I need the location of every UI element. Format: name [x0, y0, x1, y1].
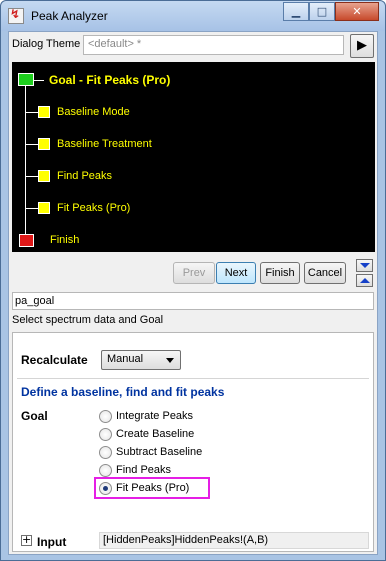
plus-icon: +	[22, 533, 32, 546]
title-bar[interactable]: ↯ Peak Analyzer ▁ □ ✕	[1, 1, 385, 31]
divider	[17, 378, 369, 379]
minimize-button[interactable]: ▁	[283, 2, 309, 21]
radio-button[interactable]	[99, 410, 112, 423]
maximize-icon: □	[316, 5, 328, 18]
close-button[interactable]: ✕	[335, 2, 379, 21]
finish-button[interactable]: Finish	[260, 262, 300, 284]
finish-node-label[interactable]: Finish	[50, 234, 79, 246]
dialog-theme-label: Dialog Theme	[12, 38, 81, 50]
step-label-baseline-mode[interactable]: Baseline Mode	[57, 106, 130, 118]
radio-button[interactable]	[99, 464, 112, 477]
tree-connector-line	[25, 80, 26, 241]
window-title: Peak Analyzer	[31, 9, 108, 23]
chevron-down-icon	[166, 358, 174, 363]
step-label-fit-peaks[interactable]: Fit Peaks (Pro)	[57, 202, 130, 214]
input-label: Input	[37, 535, 67, 549]
goal-option-label[interactable]: Create Baseline	[116, 428, 194, 440]
step-node-find-peaks[interactable]	[38, 170, 50, 182]
recalculate-value: Manual	[107, 353, 144, 365]
recalculate-select[interactable]: Manual	[101, 350, 181, 370]
step-label-baseline-treatment[interactable]: Baseline Treatment	[57, 138, 152, 150]
settings-panel: Recalculate Manual Define a baseline, fi…	[12, 332, 374, 552]
tree-branch-line	[26, 112, 38, 113]
arrow-right-icon: ▶	[357, 38, 367, 53]
node-name-field[interactable]: pa_goal	[12, 292, 374, 310]
expand-input-button[interactable]: +	[21, 533, 32, 546]
dialog-theme-field[interactable]: <default> *	[83, 35, 344, 55]
goal-option-label[interactable]: Subtract Baseline	[116, 446, 202, 458]
app-icon: ↯	[8, 7, 24, 24]
tree-branch-line	[34, 80, 44, 81]
tree-branch-line	[26, 208, 38, 209]
section-title: Define a baseline, find and fit peaks	[21, 385, 225, 399]
maximize-button[interactable]: □	[309, 2, 335, 21]
step-node-baseline-treatment[interactable]	[38, 138, 50, 150]
step-node-baseline-mode[interactable]	[38, 106, 50, 118]
triangle-down-icon	[360, 263, 370, 268]
collapse-down-button[interactable]	[356, 259, 373, 272]
step-label-find-peaks[interactable]: Find Peaks	[57, 170, 112, 182]
goal-node-label[interactable]: Goal - Fit Peaks (Pro)	[49, 73, 170, 87]
page-tree: Goal - Fit Peaks (Pro) Baseline Mode Bas…	[12, 62, 375, 252]
prev-button[interactable]: Prev	[173, 262, 215, 284]
goal-option-label[interactable]: Integrate Peaks	[116, 410, 193, 422]
peak-analyzer-window: ↯ Peak Analyzer ▁ □ ✕ Dialog Theme <defa…	[0, 0, 386, 561]
page-description: Select spectrum data and Goal	[12, 314, 164, 326]
goal-option-label[interactable]: Find Peaks	[116, 464, 171, 476]
radio-button[interactable]	[99, 446, 112, 459]
expand-up-button[interactable]	[356, 274, 373, 287]
cancel-button[interactable]: Cancel	[304, 262, 346, 284]
radio-button[interactable]	[99, 428, 112, 441]
step-node-fit-peaks[interactable]	[38, 202, 50, 214]
close-icon: ✕	[352, 5, 362, 18]
next-button[interactable]: Next	[216, 262, 256, 284]
dialog-body: Dialog Theme <default> * ▶ Goal - Fit Pe…	[8, 31, 378, 555]
finish-node[interactable]	[19, 234, 34, 247]
theme-menu-button[interactable]: ▶	[350, 34, 374, 58]
tree-branch-line	[26, 144, 38, 145]
selection-highlight-box	[94, 477, 210, 499]
app-icon-glyph: ↯	[10, 7, 21, 21]
recalculate-label: Recalculate	[21, 353, 88, 367]
minimize-icon: ▁	[291, 5, 301, 18]
goal-node[interactable]	[18, 73, 34, 86]
input-range-field[interactable]: [HiddenPeaks]HiddenPeaks!(A,B)	[99, 532, 369, 549]
tree-branch-line	[26, 176, 38, 177]
goal-label: Goal	[21, 409, 48, 423]
triangle-up-icon	[360, 278, 370, 283]
